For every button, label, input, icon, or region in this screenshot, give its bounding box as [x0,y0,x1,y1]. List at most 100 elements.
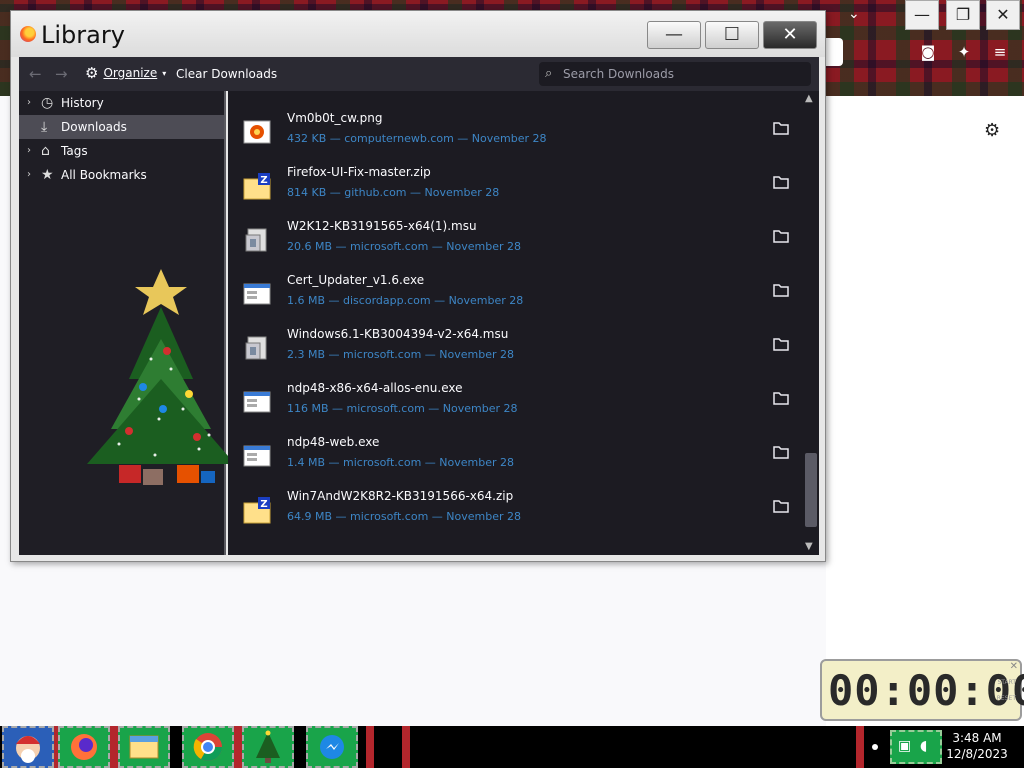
open-folder-icon[interactable] [772,335,790,353]
open-folder-icon[interactable] [772,227,790,245]
scrollbar-thumb[interactable] [805,453,817,527]
download-details: 116 MB — microsoft.com — November 28 [287,402,518,415]
download-item[interactable]: 10.2 MB — skinpacks.com — November 28 [228,91,803,105]
taskbar-separator [110,726,118,768]
volume-icon[interactable]: ◖ [920,738,927,754]
downloads-list: 10.2 MB — skinpacks.com — November 28Vm0… [228,91,819,555]
download-filename: ndp48-web.exe [287,435,380,449]
download-details: 1.6 MB — discordapp.com — November 28 [287,294,524,307]
msu-file-icon [242,225,272,255]
taskbar-separator [366,726,374,768]
expand-twisty-icon[interactable]: › [27,163,31,187]
minimize-button[interactable]: — [647,21,701,49]
scroll-down-arrow-icon[interactable]: ▼ [805,541,813,552]
firefox-logo-icon [20,26,36,42]
download-details: 2.3 MB — microsoft.com — November 28 [287,348,515,361]
open-folder-icon[interactable] [772,389,790,407]
vertical-scrollbar[interactable]: ▲ ▼ [803,91,819,555]
timer-close-icon[interactable]: ✕ [1010,661,1018,672]
maximize-button[interactable]: ☐ [705,21,759,49]
clock-date: 12/8/2023 [946,747,1008,761]
clear-downloads-button[interactable]: Clear Downloads [176,67,277,81]
zip-file-icon: Z [242,495,272,525]
exe-file-icon [242,91,272,93]
back-arrow-icon[interactable]: ← [29,65,42,83]
svg-text:Z: Z [260,175,267,186]
download-item[interactable]: ndp48-web.exe 1.4 MB — microsoft.com — No… [228,429,803,483]
forward-arrow-icon[interactable]: → [55,65,68,83]
sidebar-item-history[interactable]: › ◷ History [19,91,224,115]
zip-file-icon: Z [242,171,272,201]
window-title: Library [41,21,125,49]
search-input[interactable]: ⌕ Search Downloads [539,62,811,86]
download-details: 814 KB — github.com — November 28 [287,186,500,199]
timer-reset-button[interactable]: RESET [997,695,1016,702]
library-window: Library — ☐ ✕ ← → ⚙ Organize ▾ Clear Dow… [10,10,826,562]
menu-icon[interactable]: ≡ [990,42,1010,62]
download-item[interactable]: Cert_Updater_v1.6.exe 1.6 MB — discordapp… [228,267,803,321]
close-button[interactable]: ✕ [763,21,817,49]
exe-file-icon [242,279,272,309]
notification-dot-icon [872,744,878,750]
download-filename: W2K12-KB3191565-x64(1).msu [287,219,477,233]
scroll-up-arrow-icon[interactable]: ▲ [805,93,813,104]
chrome-taskbar-button[interactable] [182,726,234,768]
start-button[interactable] [2,726,54,768]
library-titlebar[interactable]: Library — ☐ ✕ [11,11,825,57]
firefox-taskbar-button[interactable] [58,726,110,768]
organize-button[interactable]: ⚙ Organize ▾ [85,64,167,82]
clock-time: 3:48 AM [952,731,1002,745]
sidebar-item-label: All Bookmarks [61,168,147,182]
star-icon: ★ [41,167,54,183]
tab-list-chevron-icon[interactable]: ⌄ [848,6,860,22]
firefox-close-button[interactable]: ✕ [986,0,1020,30]
taskbar-separator [856,726,864,768]
christmas-tree-taskbar-button[interactable] [242,726,294,768]
chrome-icon [193,733,222,761]
clock-icon: ◷ [41,95,54,111]
download-details: 432 KB — computernewb.com — November 28 [287,132,547,145]
timer-start-button[interactable]: START [997,679,1016,686]
network-icon[interactable]: ▣ [898,738,911,754]
sidebar-item-label: Tags [61,144,88,158]
taskbar: ▣ ◖ 3:48 AM 12/8/2023 [0,726,1024,768]
download-item[interactable]: Windows6.1-KB3004394-v2-x64.msu 2.3 MB — … [228,321,803,375]
messenger-taskbar-button[interactable] [306,726,358,768]
sidebar-item-all-bookmarks[interactable]: › ★ All Bookmarks [19,163,224,187]
sidebar-item-tags[interactable]: › ⌂ Tags [19,139,224,163]
sidebar-item-label: History [61,96,104,110]
download-item[interactable]: ndp48-x86-x64-allos-enu.exe 116 MB — micr… [228,375,803,429]
open-folder-icon[interactable] [772,281,790,299]
download-icon: ⤓ [41,119,48,135]
download-filename: ndp48-x86-x64-allos-enu.exe [287,381,463,395]
firefox-url-bar[interactable] [826,38,843,66]
gear-icon: ⚙ [85,64,99,82]
open-folder-icon[interactable] [772,497,790,515]
search-icon: ⌕ [545,66,553,81]
expand-twisty-icon[interactable]: › [27,91,31,115]
extensions-icon[interactable]: ✦ [954,42,974,62]
organize-label: Organize [103,66,158,80]
download-item[interactable]: W2K12-KB3191565-x64(1).msu 20.6 MB — micr… [228,213,803,267]
expand-twisty-icon[interactable]: › [27,139,31,163]
download-item[interactable]: Z Win7AndW2K8R2-KB3191566-x64.zip 64.9 MB … [228,483,803,537]
file-explorer-taskbar-button[interactable] [118,726,170,768]
download-details: 1.4 MB — microsoft.com — November 28 [287,456,515,469]
open-folder-icon[interactable] [772,119,790,137]
chevron-down-icon: ▾ [162,68,167,78]
pocket-icon[interactable]: ◙ [918,42,938,62]
firefox-restore-button[interactable]: ❐ [946,0,980,30]
open-folder-icon[interactable] [772,443,790,461]
search-placeholder: Search Downloads [563,67,674,81]
christmas-tree-icon [256,730,280,763]
open-folder-icon[interactable] [772,173,790,191]
firefox-minimize-button[interactable]: — [905,0,939,30]
download-item[interactable]: Z Firefox-UI-Fix-master.zip 814 KB — githu… [228,159,803,213]
sidebar-item-downloads[interactable]: ⤓ Downloads [19,115,224,139]
settings-gear-icon[interactable]: ⚙ [984,120,1000,141]
download-item[interactable]: Vm0b0t_cw.png 432 KB — computernewb.com —… [228,105,803,159]
download-details: 20.6 MB — microsoft.com — November 28 [287,240,522,253]
taskbar-clock[interactable]: 3:48 AM 12/8/2023 [946,730,1008,762]
system-tray[interactable]: ▣ ◖ [890,730,942,764]
download-filename: Windows6.1-KB3004394-v2-x64.msu [287,327,509,341]
